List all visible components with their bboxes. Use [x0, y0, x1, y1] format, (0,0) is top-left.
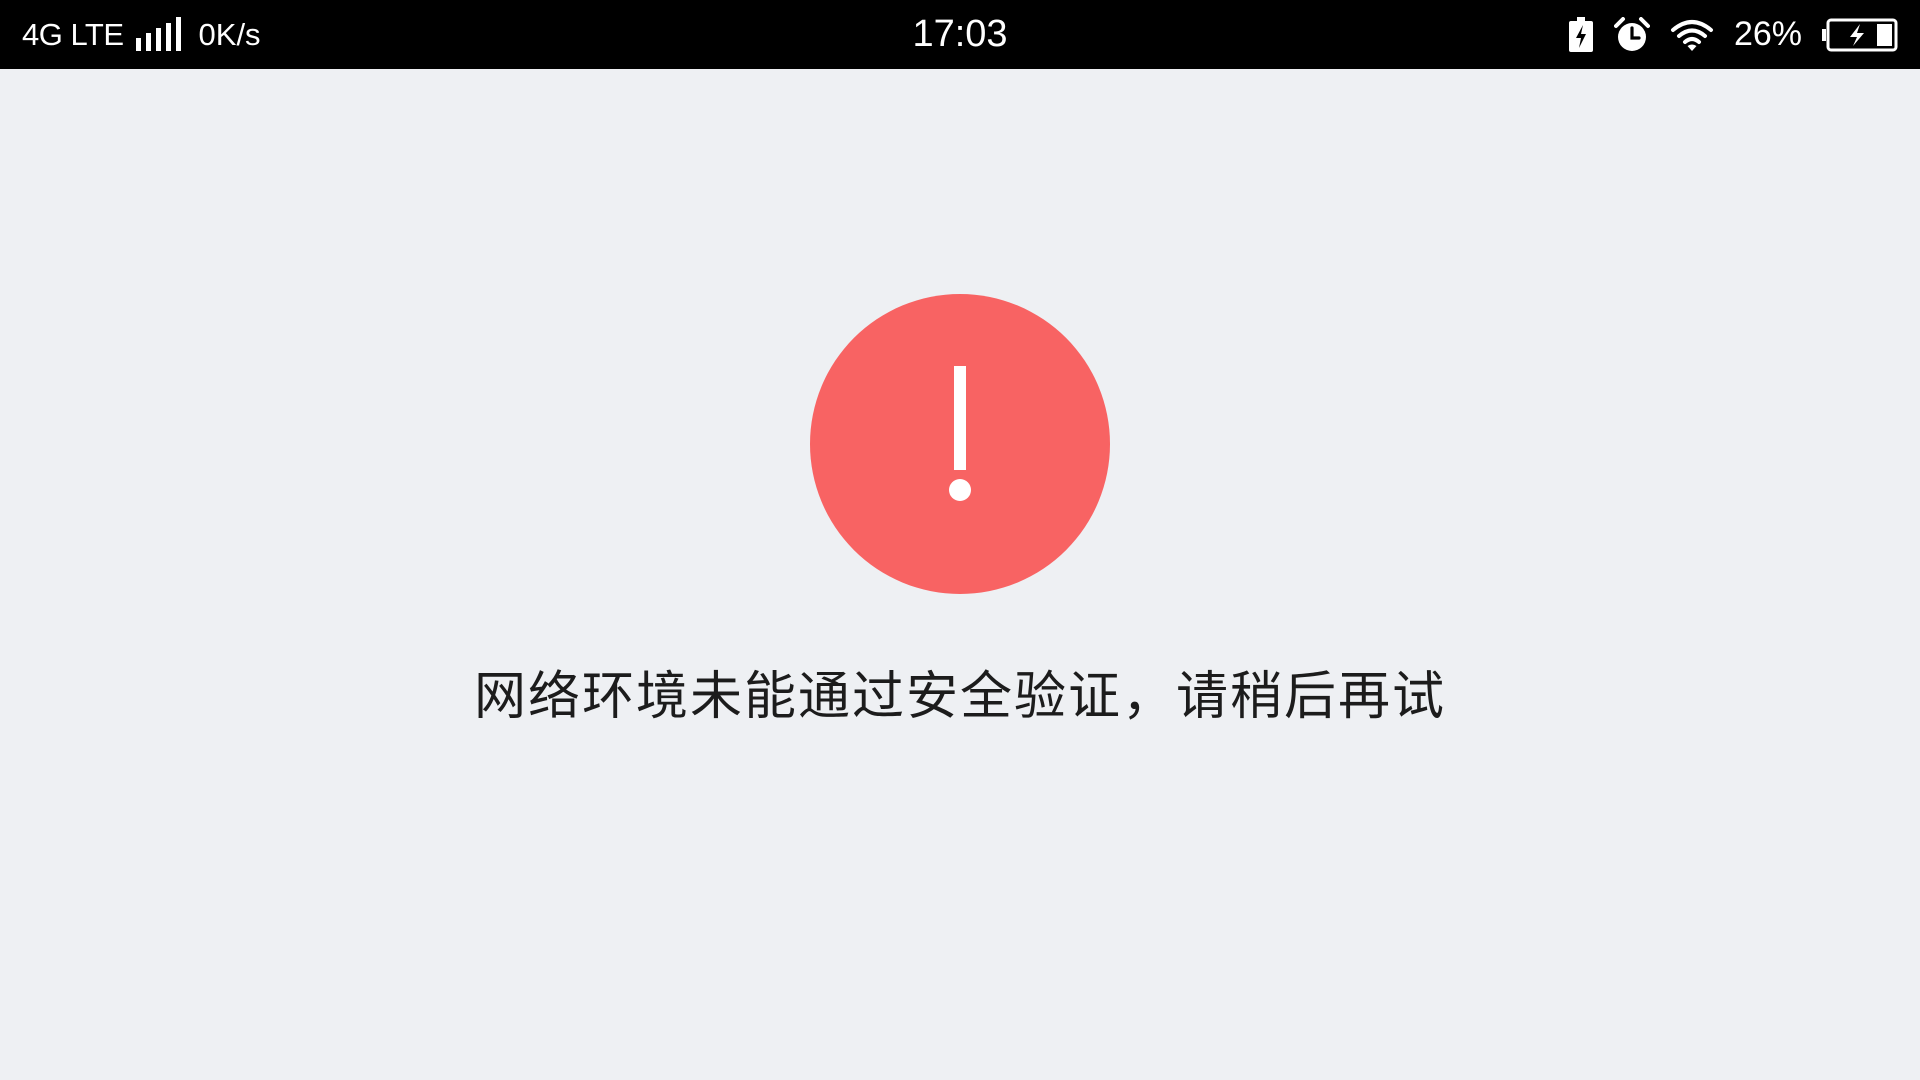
clock: 17:03	[912, 13, 1008, 55]
status-bar-left: 4G LTE 0K/s	[22, 0, 261, 69]
alarm-icon	[1613, 16, 1650, 53]
battery-charging-icon	[1822, 18, 1898, 52]
status-bar: 4G LTE 0K/s 17:03 26%	[0, 0, 1920, 69]
signal-strength-icon	[135, 16, 181, 51]
battery-percent: 26%	[1733, 15, 1802, 53]
error-message: 网络环境未能通过安全验证，请稍后再试	[473, 667, 1446, 727]
wifi-icon	[1670, 18, 1714, 52]
status-bar-right: 26%	[1568, 0, 1898, 69]
error-alert-icon	[810, 294, 1110, 594]
network-speed: 0K/s	[198, 16, 261, 52]
exclamation-icon	[949, 366, 971, 501]
battery-saver-icon	[1568, 16, 1594, 53]
network-type: 4G LTE	[22, 16, 124, 52]
screen: 4G LTE 0K/s 17:03 26% 网络环境未能通过安全验证，请稍后再试	[0, 0, 1920, 1080]
